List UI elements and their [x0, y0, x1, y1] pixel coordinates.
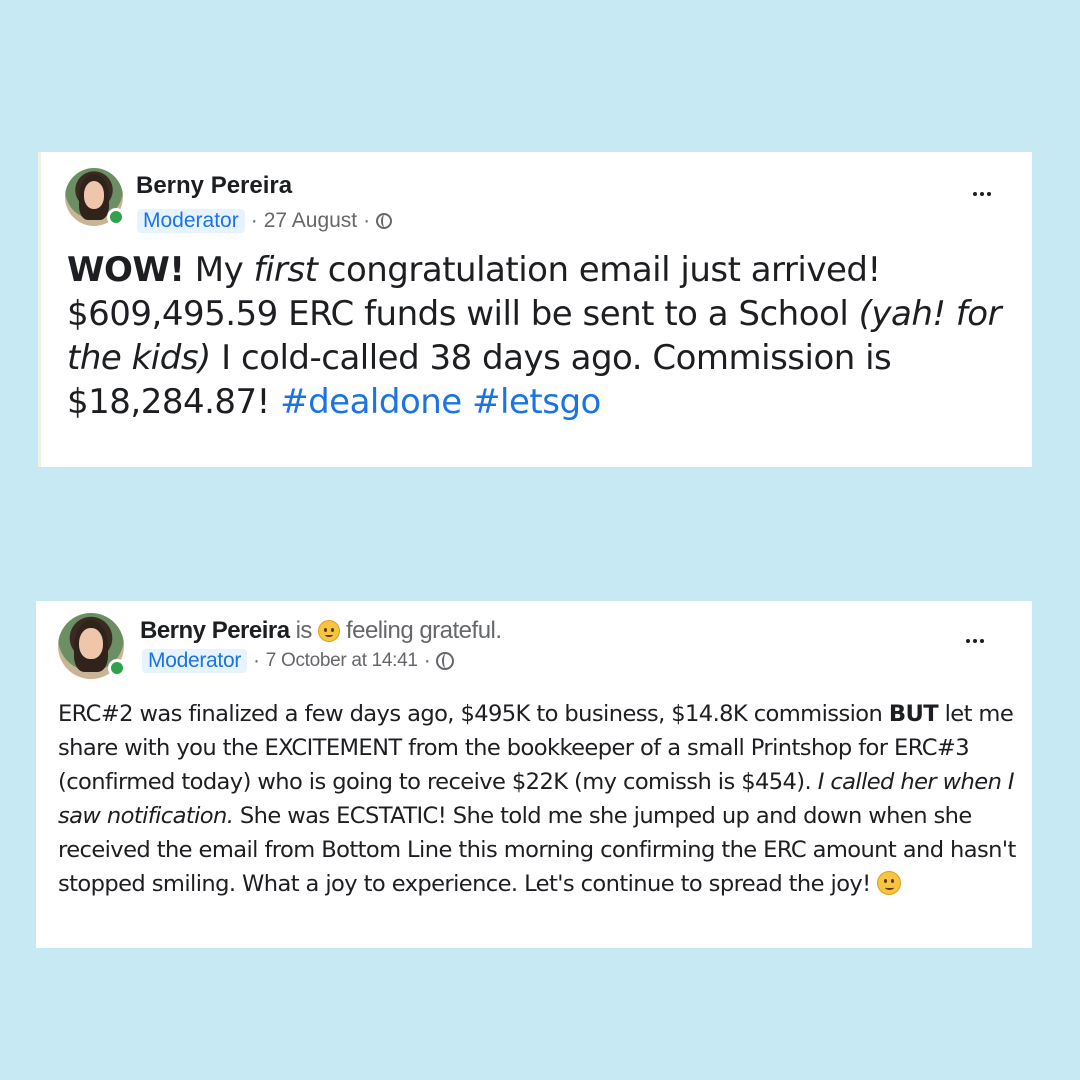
globe-icon [436, 652, 455, 670]
more-options-icon[interactable] [973, 192, 991, 196]
more-options-icon[interactable] [966, 639, 984, 643]
post-body-bold: BUT [888, 701, 939, 727]
post-card-1: Berny Pereira Moderator · 27 August · WO… [38, 152, 1032, 467]
feeling-is: is [295, 617, 313, 644]
globe-icon [376, 213, 393, 229]
separator: · [363, 209, 371, 232]
post-body: WOW! My first congratulation email just … [67, 248, 1007, 424]
post-card-2: Berny Pereira is feeling grateful. Moder… [36, 601, 1032, 948]
author-name[interactable]: Berny Pereira [136, 172, 292, 200]
post-body-bold: WOW! [67, 250, 185, 290]
post-body-text: ERC#2 was finalized a few days ago, $495… [58, 701, 889, 727]
author-line: Berny Pereira is feeling grateful. [140, 617, 502, 645]
moderator-badge[interactable]: Moderator [142, 649, 248, 673]
post-date[interactable]: 27 August [264, 209, 357, 233]
hashtag-link[interactable]: #letsgo [472, 382, 601, 422]
post-date[interactable]: 7 October at 14:41 [266, 650, 418, 672]
avatar-face [83, 180, 105, 209]
hashtag-link[interactable]: #dealdone [280, 382, 462, 422]
separator: · [423, 649, 431, 672]
smile-emoji-icon [877, 870, 902, 895]
post-body-text: My [184, 250, 254, 290]
post-meta: Moderator · 7 October at 14:41 · [142, 649, 455, 673]
author-name[interactable]: Berny Pereira [140, 617, 290, 645]
separator: · [250, 209, 258, 232]
post-meta: Moderator · 27 August · [137, 209, 393, 233]
moderator-badge[interactable]: Moderator [137, 209, 245, 233]
grateful-emoji-icon [317, 620, 340, 642]
avatar-face [79, 627, 103, 660]
online-status-icon [107, 208, 125, 226]
post-body-italic: first [253, 250, 318, 290]
online-status-icon [108, 659, 126, 677]
post-body: ERC#2 was finalized a few days ago, $495… [58, 697, 1018, 901]
feeling-text[interactable]: feeling grateful. [346, 617, 502, 645]
separator: · [253, 649, 260, 672]
